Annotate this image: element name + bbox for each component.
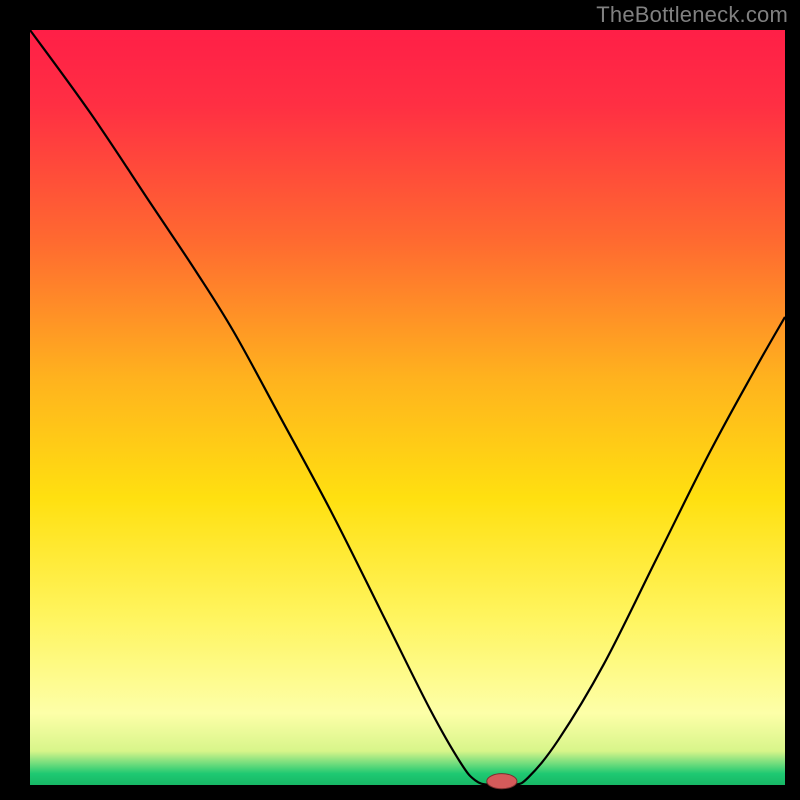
bottleneck-chart — [0, 0, 800, 800]
plot-background — [30, 30, 785, 785]
chart-frame: TheBottleneck.com — [0, 0, 800, 800]
optimal-marker — [487, 774, 517, 789]
